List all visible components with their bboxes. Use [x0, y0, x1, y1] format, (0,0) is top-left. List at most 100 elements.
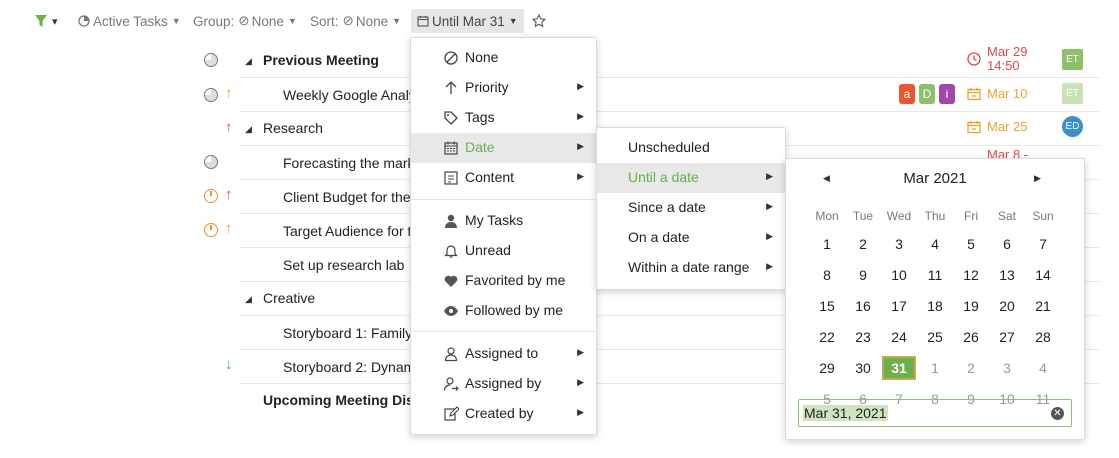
progress-pie-icon[interactable]	[204, 155, 218, 169]
calendar-day[interactable]: 26	[953, 325, 989, 349]
task-title[interactable]: Storyboard 2: Dynam	[283, 359, 415, 375]
menu-item-content[interactable]: Content ▶	[411, 163, 596, 193]
avatar[interactable]: ET	[1062, 83, 1083, 104]
calendar-day[interactable]: 2	[845, 232, 881, 256]
date-filter-dropdown[interactable]: Until Mar 31 ▼	[411, 9, 524, 33]
calendar-day[interactable]: 12	[953, 263, 989, 287]
task-title[interactable]: Set up research lab	[283, 257, 404, 273]
submenu-arrow-icon: ▶	[577, 407, 584, 417]
task-row[interactable]: ◢ Previous Meeting Mar 29 14:50 ET	[240, 44, 1100, 78]
date-input[interactable]: Mar 31, 2021 ✕	[798, 399, 1072, 427]
progress-clock-icon[interactable]	[204, 189, 218, 203]
menu-item-favorited[interactable]: Favorited by me	[411, 266, 596, 296]
menu-item-within-date-range[interactable]: Within a date range ▶	[597, 253, 785, 283]
calendar-day[interactable]: 3	[881, 232, 917, 256]
calendar-day[interactable]: 15	[809, 294, 845, 318]
task-title[interactable]: Forecasting the mark	[283, 155, 415, 171]
filter-button[interactable]: ▾	[34, 10, 58, 32]
calendar-day[interactable]: 30	[845, 356, 881, 380]
calendar-day[interactable]: 9	[845, 263, 881, 287]
sort-dropdown[interactable]: Sort: ⊘ None ▼	[310, 10, 401, 32]
collapse-triangle-icon[interactable]: ◢	[245, 56, 252, 67]
calendar-day[interactable]: 20	[989, 294, 1025, 318]
chevron-down-icon: ▼	[171, 16, 181, 26]
tag-badge[interactable]: i	[939, 84, 955, 104]
task-title[interactable]: Target Audience for t	[283, 223, 411, 239]
favorite-star-button[interactable]	[532, 10, 546, 32]
menu-item-date[interactable]: Date ▶	[411, 133, 596, 163]
calendar-day[interactable]: 22	[809, 325, 845, 349]
menu-item-my-tasks[interactable]: My Tasks	[411, 206, 596, 236]
calendar-day[interactable]: 4	[1025, 356, 1061, 380]
calendar-day[interactable]: 4	[917, 232, 953, 256]
next-month-icon[interactable]: ▶	[1034, 173, 1041, 184]
calendar-day[interactable]: 18	[917, 294, 953, 318]
menu-item-on-a-date[interactable]: On a date ▶	[597, 223, 785, 253]
menu-item-label: Unscheduled	[628, 139, 710, 155]
calendar-day[interactable]: 14	[1025, 263, 1061, 287]
group-dropdown[interactable]: Group: ⊘ None ▼	[193, 10, 297, 32]
task-title[interactable]: Research	[263, 120, 323, 136]
menu-item-label: Within a date range	[628, 259, 750, 275]
menu-item-since-a-date[interactable]: Since a date ▶	[597, 193, 785, 223]
task-row[interactable]: Weekly Google Analy a D i Mar 10 ET	[240, 78, 1100, 112]
menu-item-unread[interactable]: Unread	[411, 236, 596, 266]
calendar-day[interactable]: 11	[917, 263, 953, 287]
calendar-day[interactable]: 23	[845, 325, 881, 349]
tag-badge[interactable]: D	[919, 84, 935, 104]
calendar-due-icon	[967, 121, 981, 134]
edit-icon	[444, 406, 459, 421]
progress-clock-icon[interactable]	[204, 223, 218, 237]
calendar-day[interactable]: 5	[953, 232, 989, 256]
menu-item-created-by[interactable]: Created by ▶	[411, 399, 596, 429]
calendar-day[interactable]: 8	[809, 263, 845, 287]
avatar[interactable]: ED	[1062, 116, 1083, 137]
active-tasks-dropdown[interactable]: Active Tasks ▼	[78, 10, 181, 32]
menu-item-assigned-by[interactable]: Assigned by ▶	[411, 369, 596, 399]
calendar-day[interactable]: 16	[845, 294, 881, 318]
calendar-day[interactable]: 10	[881, 263, 917, 287]
menu-item-none[interactable]: None	[411, 43, 596, 73]
progress-pie-icon[interactable]	[204, 88, 218, 102]
menu-item-unscheduled[interactable]: Unscheduled	[597, 133, 785, 163]
calendar-day[interactable]: 2	[953, 356, 989, 380]
calendar-day[interactable]: 17	[881, 294, 917, 318]
calendar-day[interactable]: 21	[1025, 294, 1061, 318]
menu-item-priority[interactable]: Priority ▶	[411, 73, 596, 103]
calendar-day[interactable]: 1	[809, 232, 845, 256]
task-title[interactable]: Previous Meeting	[263, 52, 379, 68]
collapse-triangle-icon[interactable]: ◢	[245, 294, 252, 305]
clear-icon[interactable]: ✕	[1051, 407, 1064, 420]
tag-badge[interactable]: a	[899, 84, 915, 104]
menu-item-tags[interactable]: Tags ▶	[411, 103, 596, 133]
calendar-day[interactable]: 24	[881, 325, 917, 349]
filter-menu: None Priority ▶ Tags ▶ Date ▶ Content ▶ …	[410, 37, 597, 435]
calendar-day[interactable]: 28	[1025, 325, 1061, 349]
filter-caret: ▾	[52, 15, 58, 28]
task-title[interactable]: Storyboard 1: Family	[283, 325, 412, 341]
menu-item-until-a-date[interactable]: Until a date ▶	[597, 163, 785, 193]
collapse-triangle-icon[interactable]: ◢	[245, 124, 252, 135]
task-title[interactable]: Creative	[263, 290, 315, 306]
calendar-day[interactable]: 7	[1025, 232, 1061, 256]
progress-pie-icon[interactable]	[204, 53, 218, 67]
calendar-day[interactable]: 6	[989, 232, 1025, 256]
menu-item-assigned-to[interactable]: Assigned to ▶	[411, 339, 596, 369]
calendar-day[interactable]: 25	[917, 325, 953, 349]
calendar-day-selected[interactable]: 31	[882, 356, 916, 380]
calendar-day[interactable]: 1	[917, 356, 953, 380]
task-title[interactable]: Weekly Google Analy	[283, 87, 416, 103]
menu-item-label: Tags	[465, 109, 495, 125]
priority-down-arrow-icon: ↓	[225, 356, 233, 373]
calendar-day[interactable]: 19	[953, 294, 989, 318]
calendar-day[interactable]: 3	[989, 356, 1025, 380]
calendar-day[interactable]: 13	[989, 263, 1025, 287]
task-title[interactable]: Upcoming Meeting Disc	[263, 392, 422, 408]
calendar-day[interactable]: 27	[989, 325, 1025, 349]
menu-item-followed[interactable]: Followed by me	[411, 296, 596, 326]
user-icon	[445, 214, 457, 228]
task-title[interactable]: Client Budget for the	[283, 189, 411, 205]
menu-item-label: My Tasks	[465, 212, 524, 228]
avatar[interactable]: ET	[1062, 49, 1083, 70]
calendar-day[interactable]: 29	[809, 356, 845, 380]
